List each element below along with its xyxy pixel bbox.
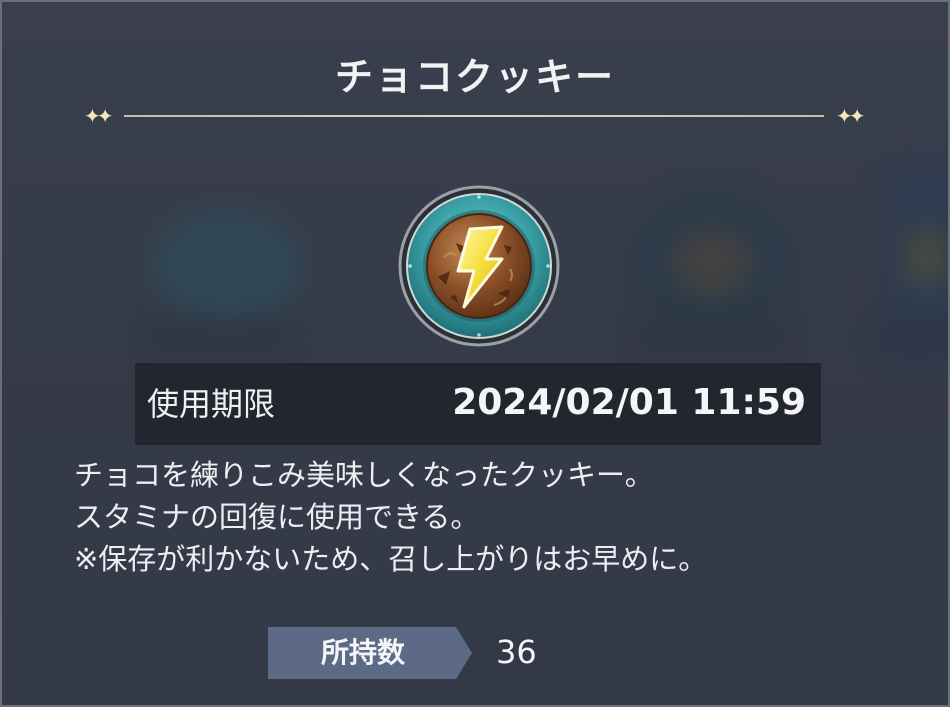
owned-count-label: 所持数 [320, 636, 405, 669]
background-item-blur [907, 227, 947, 287]
background-item-blur [632, 322, 792, 352]
sparkle-icon: ✦✦ [84, 104, 113, 128]
title-divider [124, 115, 824, 117]
description-line: チョコを練りこみ美味しくなったクッキー。 [74, 458, 654, 492]
background-item-blur [872, 322, 948, 352]
item-detail-panel: チョコクッキー ✦✦ ✦✦ 使用期限 2024/02/01 11:59 チョコを… [0, 0, 950, 707]
expiry-label: 使用期限 [147, 385, 276, 423]
expiry-value: 2024/02/01 11:59 [452, 382, 806, 423]
item-title: チョコクッキー [334, 55, 615, 99]
item-description: チョコを練りこみ美味しくなったクッキー。 スタミナの回復に使用できる。 ※保存が… [74, 454, 707, 580]
owned-count-value: 36 [496, 633, 537, 671]
background-item-blur [672, 227, 752, 297]
lightning-cookie-icon [398, 185, 560, 347]
description-line: ※保存が利かないため、召し上がりはお早めに。 [74, 542, 708, 576]
sparkle-icon: ✦✦ [836, 104, 865, 128]
background-item-blur [152, 212, 302, 322]
description-line: スタミナの回復に使用できる。 [74, 500, 480, 534]
background-item-blur [142, 322, 292, 352]
